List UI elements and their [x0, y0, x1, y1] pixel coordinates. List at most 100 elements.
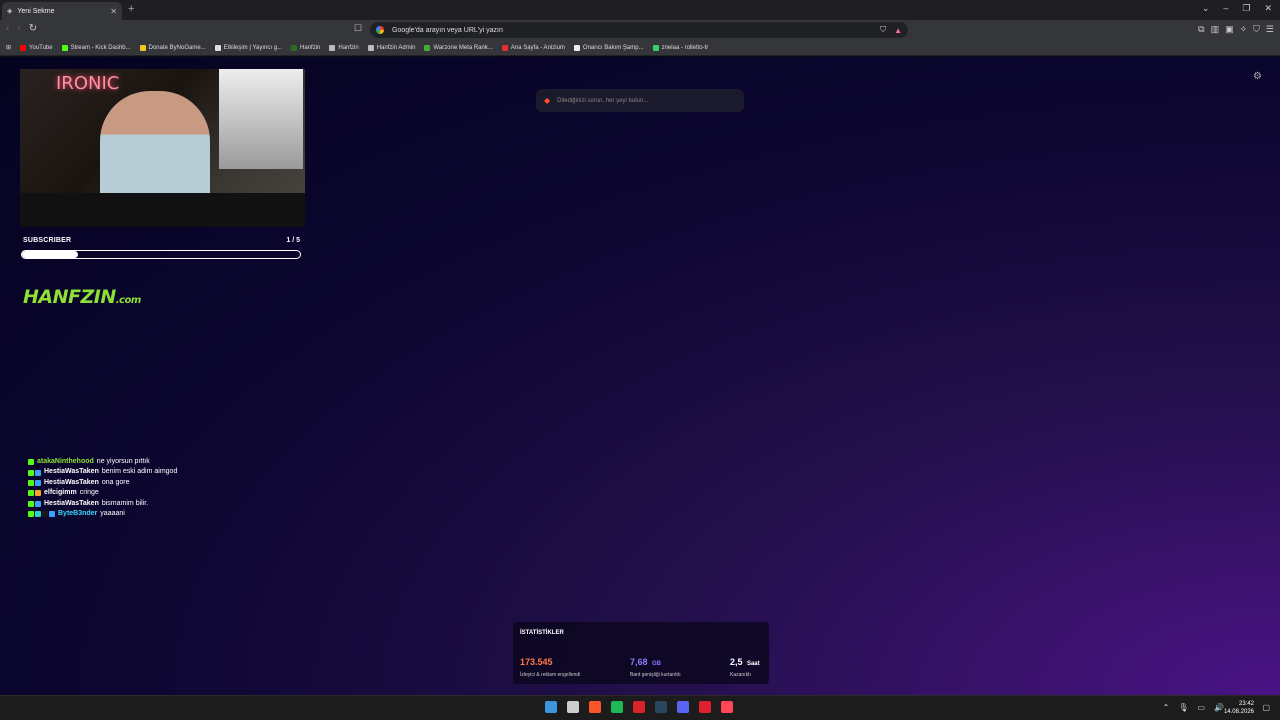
- badge-icon: [35, 500, 41, 507]
- bookmark-item[interactable]: znelaa - rolletto-tr: [652, 44, 708, 51]
- bookmark-item[interactable]: Etkileşim | Yayıncı g...: [214, 44, 283, 51]
- bookmark-item[interactable]: Hanfzin Admin: [367, 44, 416, 51]
- time-value: 2,5: [730, 657, 743, 667]
- chat-badges: [28, 480, 41, 487]
- maximize-button[interactable]: ❐: [1242, 3, 1250, 14]
- chevron-up-icon[interactable]: ⌃: [1163, 703, 1170, 712]
- back-icon[interactable]: ‹: [6, 23, 9, 34]
- badge-icon: [35, 469, 41, 476]
- subscriber-progress-bar: [21, 250, 301, 259]
- google-icon: [376, 26, 384, 34]
- reload-icon[interactable]: ↻: [29, 23, 37, 34]
- search-placeholder: Dilediğinizi sorun, her şeyi bulun...: [557, 97, 649, 104]
- bookmark-label: Stream - Kick Dashb...: [70, 44, 131, 51]
- blocked-label: İzleyici & reklam engellendi: [520, 672, 581, 678]
- nav-buttons: ‹ › ↻: [6, 23, 37, 34]
- tab-new-tab[interactable]: ◈ Yeni Sekme ✕: [2, 2, 122, 20]
- bookmark-item[interactable]: Onarıcı Bakım Şamp...: [573, 44, 644, 51]
- vpn-icon[interactable]: ⛉: [1253, 24, 1260, 35]
- bookmark-item[interactable]: YouTube: [20, 44, 53, 51]
- bookmark-item[interactable]: Donate ByNoGame...: [139, 44, 206, 51]
- bookmark-favicon-icon: [501, 44, 508, 51]
- news-icon[interactable]: [633, 701, 645, 713]
- menu-icon[interactable]: ☰: [1266, 24, 1274, 35]
- bookmark-favicon-icon: [139, 44, 146, 51]
- chat-text: benim eski adim aimgod: [101, 468, 178, 476]
- bookmark-label: Warzone Meta Rank...: [433, 44, 493, 51]
- gear-icon[interactable]: ⚙: [1253, 71, 1262, 82]
- notification-icon[interactable]: ▢: [1262, 703, 1270, 712]
- neon-sign: IRONIC: [56, 73, 120, 94]
- windows-taskbar: ⌃ 🎙 ▭ 🔊 23:42 14.08.2026 ▢: [0, 695, 1280, 720]
- app-red-icon[interactable]: [699, 701, 711, 713]
- leo-icon[interactable]: ✧: [1240, 24, 1248, 35]
- bookmark-item[interactable]: Hanfzin: [329, 44, 359, 51]
- chat-text: bismamim bilir.: [101, 499, 149, 507]
- badge-icon: [28, 500, 34, 507]
- bookmark-label: Onarıcı Bakım Şamp...: [582, 44, 644, 51]
- valorant-icon[interactable]: [721, 701, 733, 713]
- minimize-button[interactable]: –: [1223, 3, 1228, 14]
- sidebar-icon[interactable]: ▥: [1211, 24, 1220, 35]
- bookmark-item[interactable]: Hanfzin: [291, 44, 320, 51]
- badge-icon: [35, 511, 41, 518]
- window-close-button[interactable]: ✕: [1264, 3, 1272, 14]
- system-tray: ⌃ 🎙 ▭ 🔊: [1163, 703, 1224, 712]
- spotify-icon[interactable]: [611, 701, 623, 713]
- search-icon[interactable]: [567, 701, 579, 713]
- discord-icon[interactable]: [677, 701, 689, 713]
- steam-icon[interactable]: [655, 701, 667, 713]
- taskbar-apps: [545, 701, 733, 713]
- brave-icon[interactable]: [589, 701, 601, 713]
- bookmark-favicon-icon: [573, 44, 580, 51]
- stat-blocked: 173.545 İzleyici & reklam engellendi: [520, 652, 580, 678]
- stats-title: İSTATİSTİKLER: [520, 630, 564, 636]
- bookmark-favicon-icon: [329, 44, 336, 51]
- chat-badges: [28, 469, 41, 476]
- apps-grid-icon[interactable]: ⊞: [6, 44, 11, 51]
- bookmark-favicon-icon: [291, 44, 298, 51]
- bookmark-favicon-icon: [424, 44, 431, 51]
- bandwidth-label: Bant genişliği kurtarıldı: [630, 672, 681, 678]
- clock[interactable]: 23:42 14.08.2026: [1224, 700, 1254, 716]
- stats-widget[interactable]: İSTATİSTİKLER 173.545 İzleyici & reklam …: [513, 622, 769, 684]
- time-unit: Saat: [746, 661, 760, 667]
- desk: [20, 193, 305, 227]
- badge-icon: [28, 490, 34, 497]
- window-controls: ⌄ – ❐ ✕: [1202, 3, 1272, 14]
- wallet-icon[interactable]: ▣: [1225, 24, 1234, 35]
- chat-message: atakaNinthehood ne yiyorsun pıttık: [28, 457, 177, 467]
- brave-logo-icon: ◆: [544, 96, 551, 105]
- bookmark-icon[interactable]: ☐: [354, 23, 362, 34]
- volume-icon[interactable]: 🔊: [1214, 703, 1224, 712]
- new-tab-button[interactable]: +: [128, 3, 134, 15]
- bookmark-favicon-icon: [20, 44, 27, 51]
- clock-date: 14.08.2026: [1223, 709, 1254, 715]
- windows-start-icon[interactable]: [545, 701, 557, 713]
- bookmark-label: Etkileşim | Yayıncı g...: [223, 44, 283, 51]
- mic-icon[interactable]: 🎙: [1178, 703, 1188, 712]
- bookmark-item[interactable]: Stream - Kick Dashb...: [61, 44, 131, 51]
- bandwidth-unit: GB: [651, 661, 661, 667]
- brave-shields-icon[interactable]: ⛉: [880, 25, 886, 35]
- chat-text: ne yiyorsun pıttık: [96, 458, 150, 465]
- chat-username: elfcigimm: [44, 489, 77, 497]
- bookmark-label: Hanfzin Admin: [376, 44, 416, 51]
- forward-icon[interactable]: ›: [17, 23, 20, 34]
- bookmark-item[interactable]: Ana Sayfa - Anizium: [501, 44, 565, 51]
- shield-icon: ◈: [7, 8, 13, 15]
- close-icon[interactable]: ✕: [110, 7, 117, 16]
- tab-search-icon[interactable]: ⌄: [1202, 3, 1210, 14]
- bookmark-item[interactable]: Warzone Meta Rank...: [424, 44, 493, 51]
- network-icon[interactable]: ▭: [1197, 703, 1205, 712]
- badge-icon: [49, 511, 55, 518]
- subscriber-label: SUBSCRIBER: [23, 237, 72, 244]
- blocked-value: 173.545: [520, 657, 553, 667]
- brave-rewards-icon[interactable]: ▲: [894, 26, 902, 35]
- brave-search-box[interactable]: ◆ Dilediğinizi sorun, her şeyi bulun...: [536, 89, 744, 112]
- bookmark-favicon-icon: [652, 44, 659, 51]
- bookmark-favicon-icon: [214, 44, 221, 51]
- extensions-icon[interactable]: ⧉: [1198, 24, 1204, 35]
- chat-text: yaaaani: [100, 510, 125, 518]
- address-bar[interactable]: Google'da arayın veya URL'yi yazın ⛉ ▲: [370, 22, 908, 38]
